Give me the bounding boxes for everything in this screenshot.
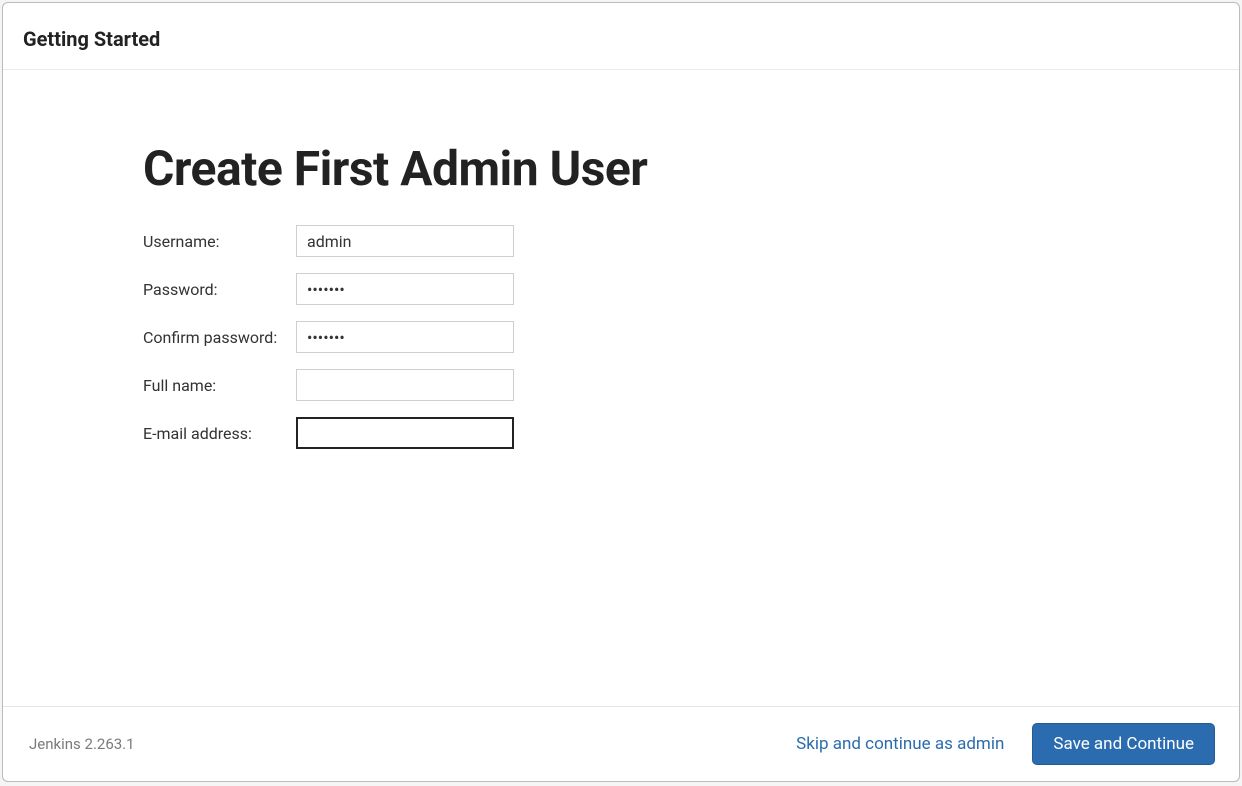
modal-footer: Jenkins 2.263.1 Skip and continue as adm… <box>3 706 1239 781</box>
footer-actions: Skip and continue as admin Save and Cont… <box>796 723 1215 765</box>
password-label: Password: <box>143 280 296 299</box>
full-name-label: Full name: <box>143 376 296 395</box>
email-label: E-mail address: <box>143 424 296 443</box>
modal-header: Getting Started <box>3 3 1239 70</box>
setup-wizard-modal: Getting Started Create First Admin User … <box>2 2 1240 782</box>
username-label: Username: <box>143 232 296 251</box>
confirm-password-label: Confirm password: <box>143 328 296 347</box>
username-input[interactable] <box>296 225 514 257</box>
save-continue-button[interactable]: Save and Continue <box>1032 723 1215 765</box>
password-input[interactable] <box>296 273 514 305</box>
version-text: Jenkins 2.263.1 <box>29 735 135 753</box>
modal-header-title: Getting Started <box>23 27 1219 51</box>
full-name-input[interactable] <box>296 369 514 401</box>
confirm-password-input[interactable] <box>296 321 514 353</box>
form-row-confirm-password: Confirm password: <box>143 321 1099 353</box>
modal-content: Create First Admin User Username: Passwo… <box>3 70 1239 706</box>
form-row-email: E-mail address: <box>143 417 1099 449</box>
form-row-password: Password: <box>143 273 1099 305</box>
form-row-username: Username: <box>143 225 1099 257</box>
page-title: Create First Admin User <box>143 140 1099 197</box>
form-row-full-name: Full name: <box>143 369 1099 401</box>
email-input[interactable] <box>296 417 514 449</box>
skip-button[interactable]: Skip and continue as admin <box>796 734 1004 754</box>
